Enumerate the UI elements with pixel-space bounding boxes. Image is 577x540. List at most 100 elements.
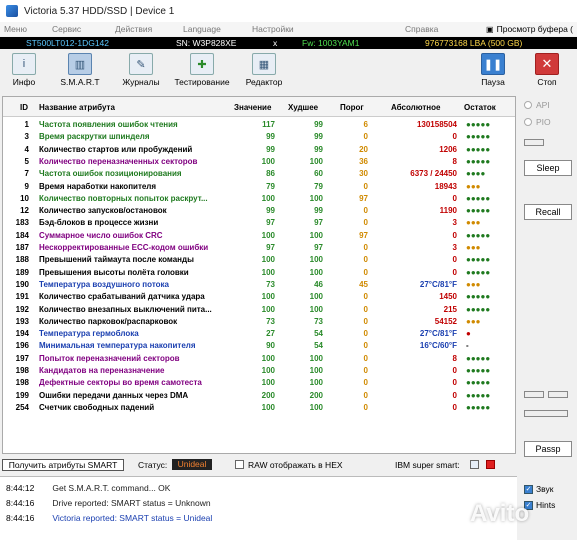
cell-worst: 100 xyxy=(309,193,323,203)
table-row[interactable]: 193 Количество парковок/распарковок 73 73 0 5… xyxy=(3,316,515,328)
cell-worst: 100 xyxy=(309,378,323,388)
table-row[interactable]: 191 Количество срабатываний датчика удара… xyxy=(3,291,515,303)
cell-name: Количество внезапных выключений пита... xyxy=(39,304,212,314)
info-button-label: Инфо xyxy=(12,77,36,87)
table-row[interactable]: 254 Счетчик свободных падений 100 100 0 0 ●●●●… xyxy=(3,402,515,414)
table-row[interactable]: 1 Частота появления ошибок чтения 117 99 6 13… xyxy=(3,119,515,131)
ibm-checkbox-left[interactable] xyxy=(470,460,479,469)
recall-button[interactable]: Recall xyxy=(524,204,572,220)
menu-item-menu[interactable]: Меню xyxy=(4,24,27,34)
menu-item-help[interactable]: Справка xyxy=(405,24,438,34)
cell-name: Количество парковок/распарковок xyxy=(39,316,178,326)
table-row[interactable]: 183 Бэд-блоков в процессе жизни 97 97 0 3 ●●● xyxy=(3,217,515,229)
cell-raw: 0 xyxy=(452,230,457,240)
cell-raw: 130158504 xyxy=(416,120,457,129)
table-row[interactable]: 12 Количество запусков/остановок 99 99 0 1190… xyxy=(3,205,515,217)
header-raw[interactable]: Абсолютное xyxy=(391,103,440,112)
cell-value: 73 xyxy=(266,279,275,289)
cell-value: 100 xyxy=(261,402,275,412)
ibm-checkbox-right[interactable] xyxy=(486,460,495,469)
cell-threshold: 0 xyxy=(363,206,368,216)
testing-button[interactable]: ✚ Тестирование xyxy=(170,53,234,91)
cell-name: Температура гермоблока xyxy=(39,329,139,339)
menu-item-settings[interactable]: Настройки xyxy=(252,24,294,34)
cell-remaining: ●●●●● xyxy=(466,267,491,277)
small-wide-button[interactable] xyxy=(524,410,568,417)
header-name[interactable]: Название атрибута xyxy=(39,103,115,112)
header-worst[interactable]: Худшее xyxy=(288,103,318,112)
table-row[interactable]: 199 Ошибки передачи данных через DMA 200 20… xyxy=(3,390,515,402)
table-row[interactable]: 187 Нескорректированные ECC-кодом ошибки 9… xyxy=(3,242,515,254)
info-icon: i xyxy=(12,53,36,75)
cell-raw: 0 xyxy=(452,378,457,388)
logs-button[interactable]: ✎ Журналы xyxy=(117,53,165,91)
cell-name: Превышений таймаута после команды xyxy=(39,255,194,265)
editor-button[interactable]: ▦ Редактор xyxy=(236,53,292,91)
table-row[interactable]: 10 Количество повторных попыток раскрут..… xyxy=(3,193,515,205)
menu-item-language[interactable]: Language xyxy=(183,24,221,34)
cell-threshold: 0 xyxy=(363,292,368,302)
cell-raw: 1206 xyxy=(439,144,457,154)
table-row[interactable]: 7 Частота ошибок позиционирования 86 60 30 63… xyxy=(3,168,515,180)
small-right-button[interactable] xyxy=(548,391,568,398)
buffer-view-label: Просмотр буфера ( xyxy=(496,24,573,34)
table-row[interactable]: 4 Количество стартов или пробуждений 99 99 2… xyxy=(3,144,515,156)
cell-id: 7 xyxy=(24,169,29,179)
stop-button[interactable]: ✕ Стоп xyxy=(523,53,571,91)
table-row[interactable]: 184 Суммарное число ошибок CRC 100 100 97 0 ●●… xyxy=(3,230,515,242)
toolbar: i Инфо ▥ S.M.A.R.T ✎ Журналы ✚ Тестирова… xyxy=(0,50,577,92)
small-toggle-button[interactable] xyxy=(524,139,544,146)
table-row[interactable]: 189 Превышения высоты полёта головки 100 10… xyxy=(3,267,515,279)
pause-button[interactable]: ❚❚ Пауза xyxy=(469,53,517,91)
table-row[interactable]: 194 Температура гермоблока 27 54 0 27°C/81°F ● xyxy=(3,328,515,340)
device-close-button[interactable]: x xyxy=(273,38,277,48)
cell-threshold: 36 xyxy=(359,156,368,166)
log-text: Victoria reported: SMART status = Unidea… xyxy=(52,513,213,523)
header-threshold[interactable]: Порог xyxy=(340,103,364,112)
cell-raw: 8 xyxy=(452,156,457,166)
menu-item-actions[interactable]: Действия xyxy=(115,24,152,34)
passp-button[interactable]: Passp xyxy=(524,441,572,457)
header-id[interactable]: ID xyxy=(20,103,28,112)
cell-value: 27 xyxy=(266,329,275,339)
get-smart-button[interactable]: Получить атрибуты SMART xyxy=(2,459,124,471)
table-row[interactable]: 197 Попыток переназначений секторов 100 100… xyxy=(3,353,515,365)
smart-table: ID Название атрибута Значение Худшее Пор… xyxy=(2,96,516,454)
cell-worst: 97 xyxy=(314,243,323,252)
raw-hex-checkbox[interactable] xyxy=(235,460,244,469)
header-remaining[interactable]: Остаток xyxy=(464,103,496,112)
small-left-button[interactable] xyxy=(524,391,544,398)
table-row[interactable]: 198 Дефектные секторы во время самотеста 1… xyxy=(3,377,515,389)
log-entry: 8:44:16 Victoria reported: SMART status … xyxy=(6,513,212,523)
sleep-button[interactable]: Sleep xyxy=(524,160,572,176)
cell-name: Дефектные секторы во время самотеста xyxy=(39,378,202,388)
table-row[interactable]: 196 Минимальная температура накопителя 90 5… xyxy=(3,340,515,352)
table-row[interactable]: 188 Превышений таймаута после команды 100 1… xyxy=(3,254,515,266)
smart-button[interactable]: ▥ S.M.A.R.T xyxy=(56,53,104,91)
cell-value: 100 xyxy=(261,353,275,363)
menu-item-service[interactable]: Сервис xyxy=(52,24,81,34)
table-row[interactable]: 9 Время наработки накопителя 79 79 0 18943 ●●● xyxy=(3,181,515,193)
sound-checkbox[interactable]: ✓ Звук xyxy=(524,484,553,494)
table-row[interactable]: 198 Кандидатов на переназначение 100 100 0 0 ●… xyxy=(3,365,515,377)
cell-name: Количество запусков/остановок xyxy=(39,206,167,216)
table-row[interactable]: 5 Количество переназначенных секторов 100 1… xyxy=(3,156,515,168)
cell-worst: 99 xyxy=(314,144,323,154)
table-row[interactable]: 192 Количество внезапных выключений пита.… xyxy=(3,304,515,316)
buffer-view-menu[interactable]: ▣ Просмотр буфера ( xyxy=(486,24,573,34)
pio-radio[interactable]: PIO xyxy=(524,117,551,127)
testing-icon: ✚ xyxy=(190,53,214,75)
header-value[interactable]: Значение xyxy=(234,103,271,112)
cell-value: 100 xyxy=(261,292,275,302)
cell-remaining: ●●●●● xyxy=(466,144,491,154)
api-radio[interactable]: API xyxy=(524,100,550,110)
cell-name: Температура воздушного потока xyxy=(39,279,169,289)
pio-radio-label: PIO xyxy=(536,117,551,127)
table-row[interactable]: 3 Время раскрутки шпинделя 99 99 0 0 ●●●●● xyxy=(3,131,515,143)
cell-worst: 100 xyxy=(309,255,323,265)
info-button[interactable]: i Инфо xyxy=(0,53,48,91)
pio-radio-dot xyxy=(524,118,532,126)
cell-worst: 100 xyxy=(309,304,323,314)
cell-value: 73 xyxy=(266,316,275,326)
table-row[interactable]: 190 Температура воздушного потока 73 46 45 27… xyxy=(3,279,515,291)
